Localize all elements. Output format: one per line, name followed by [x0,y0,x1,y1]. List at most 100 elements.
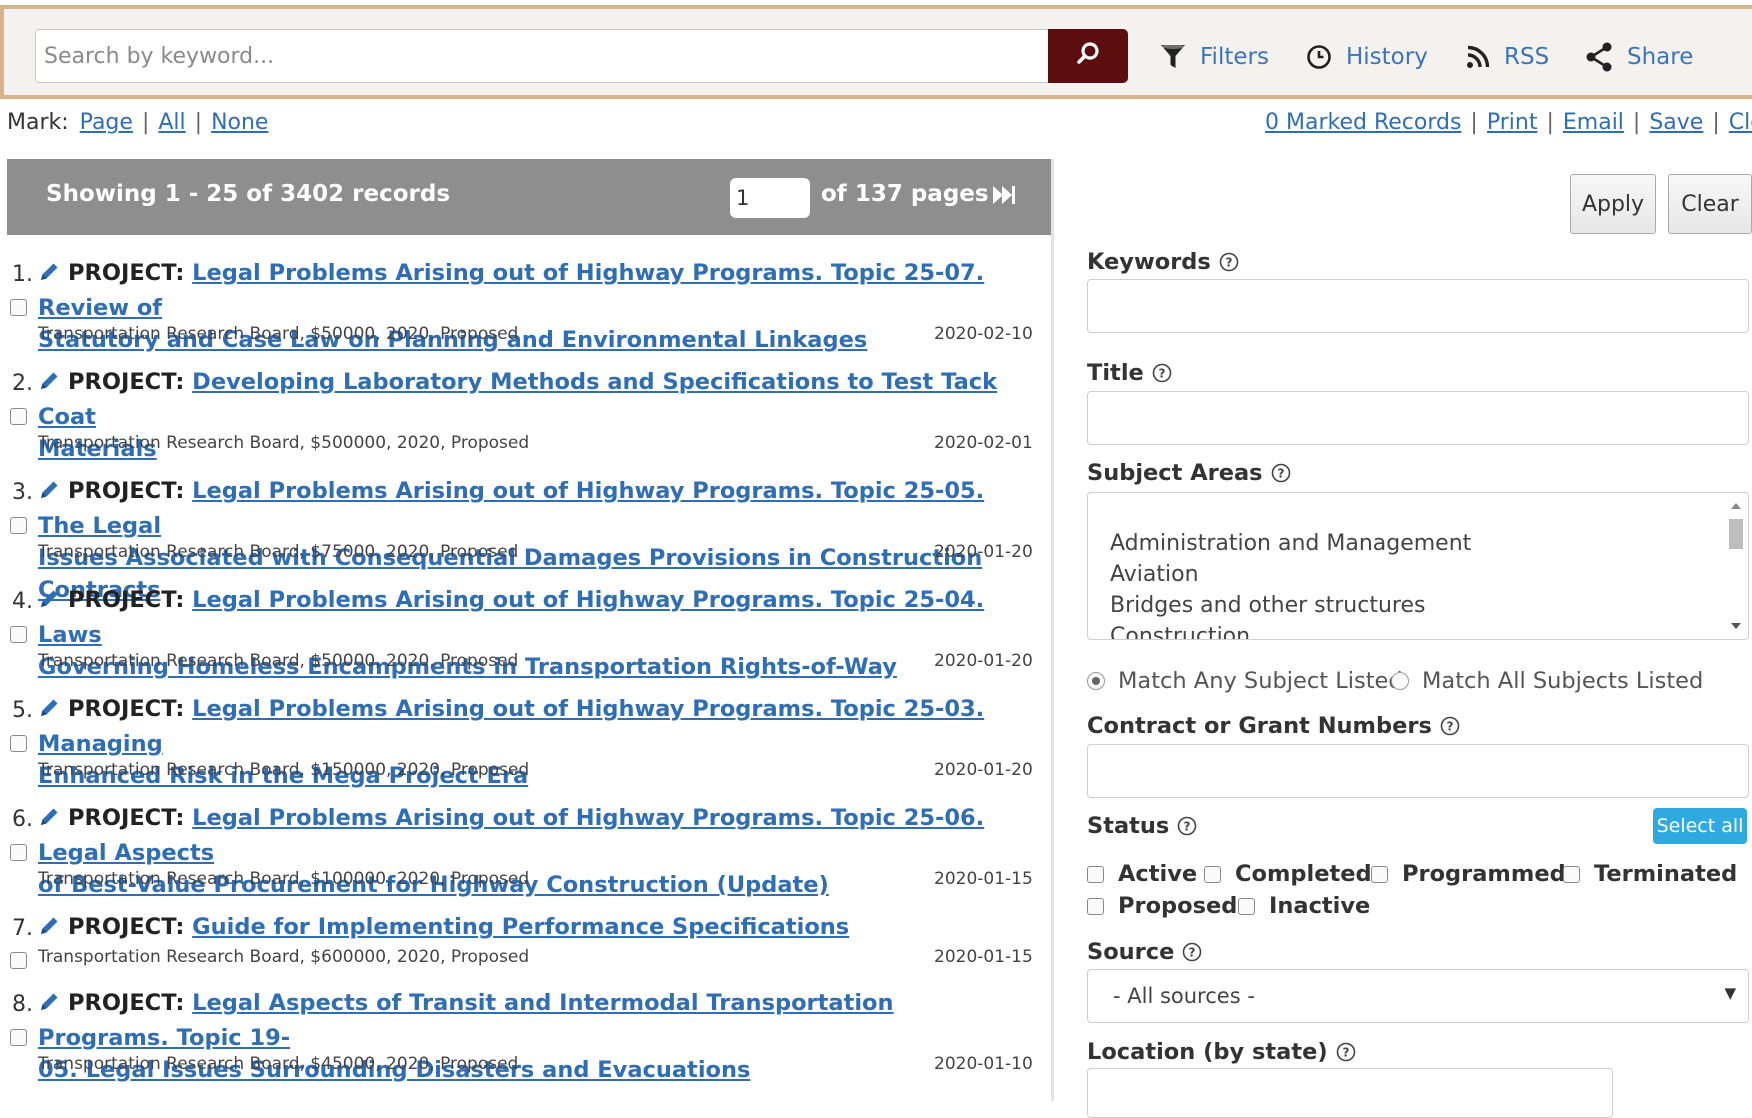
subject-scrollbar[interactable] [1726,497,1746,635]
search-toolbar: Filters History RSS Share [0,5,1752,99]
mark-none-link[interactable]: None [211,110,268,135]
subject-option[interactable]: Aviation [1110,562,1199,587]
page-number-input[interactable] [730,178,810,218]
mark-page-link[interactable]: Page [80,110,133,135]
search-input[interactable] [36,30,1012,82]
mark-row: Mark: Page | All | None 0 Marked Records | Pri… [7,110,1752,144]
pencil-icon [38,805,62,837]
record-number: 5. [12,698,33,723]
subject-option[interactable]: Construction [1110,624,1250,639]
record-meta: Transportation Research Board, $75000, 2… [38,542,519,562]
select-all-button[interactable]: Select all [1653,808,1747,844]
svg-text:?: ? [1446,720,1453,734]
record-checkbox[interactable] [10,626,27,643]
rss-icon [1466,45,1490,69]
subject-areas-label: Subject Areas ? [1087,460,1291,486]
record-checkbox[interactable] [10,952,27,969]
record-meta: Transportation Research Board, $50000, 2… [38,324,519,344]
search-box [35,29,1053,83]
pencil-icon [38,478,62,510]
svg-text:?: ? [1277,467,1284,481]
help-icon[interactable]: ? [1152,363,1172,383]
pencil-icon [38,696,62,728]
record-number: 8. [12,992,33,1017]
record-checkbox[interactable] [10,408,27,425]
search-icon [1075,41,1101,72]
filters-label: Filters [1200,44,1269,70]
clear-link[interactable]: Clear [1729,110,1752,135]
record-meta: Transportation Research Board, $100000, … [38,869,530,889]
record-date: 2020-01-20 [934,760,1033,780]
last-page-button[interactable] [992,183,1016,212]
subject-option[interactable]: Administration and Management [1110,531,1471,556]
source-value: - All sources - [1113,984,1255,1008]
print-link[interactable]: Print [1487,110,1538,135]
pencil-icon [38,587,62,619]
contract-input[interactable] [1087,744,1749,798]
record-type: PROJECT: [68,260,185,286]
mark-all-link[interactable]: All [158,110,185,135]
status-terminated-checkbox[interactable]: Terminated [1563,861,1737,887]
pencil-icon [38,990,62,1022]
svg-text:?: ? [1184,820,1191,834]
svg-text:?: ? [1342,1046,1349,1060]
title-input[interactable] [1087,391,1749,445]
record-checkbox[interactable] [10,844,27,861]
help-icon[interactable]: ? [1271,463,1291,483]
record-checkbox[interactable] [10,299,27,316]
record-number: 6. [12,807,33,832]
subject-areas-list[interactable]: Administration and Management Aviation B… [1087,492,1749,640]
location-label: Location (by state) ? [1087,1039,1356,1065]
source-label: Source ? [1087,939,1202,965]
location-input[interactable] [1087,1068,1613,1118]
record-date: 2020-01-20 [934,542,1033,562]
clear-button[interactable]: Clear [1668,174,1752,234]
subject-option[interactable]: Bridges and other structures [1110,593,1425,618]
record-checkbox[interactable] [10,517,27,534]
match-any-radio[interactable]: Match Any Subject Listed [1087,668,1403,694]
history-link[interactable]: History [1306,39,1428,75]
save-link[interactable]: Save [1649,110,1703,135]
match-all-radio[interactable]: Match All Subjects Listed [1391,668,1703,694]
filters-link[interactable]: Filters [1160,39,1269,75]
status-completed-checkbox[interactable]: Completed [1204,861,1372,887]
dropdown-caret-icon: ▼ [1724,984,1736,1002]
status-inactive-checkbox[interactable]: Inactive [1238,893,1370,919]
record-meta: Transportation Research Board, $50000, 2… [38,651,519,671]
mark-label: Mark: [7,110,69,135]
help-icon[interactable]: ? [1177,816,1197,836]
status-proposed-checkbox[interactable]: Proposed [1087,893,1237,919]
help-icon[interactable]: ? [1440,716,1460,736]
source-select[interactable]: - All sources - ▼ [1087,969,1749,1023]
status-active-checkbox[interactable]: Active [1087,861,1197,887]
record-meta: Transportation Research Board, $45000, 2… [38,1054,519,1074]
apply-button[interactable]: Apply [1570,174,1656,234]
record-type: PROJECT: [68,805,185,831]
pencil-icon [38,369,62,401]
results-header: Showing 1 - 25 of 3402 records of 137 pa… [7,159,1051,235]
record-number: 7. [12,916,33,941]
help-icon[interactable]: ? [1336,1042,1356,1062]
status-label: Status ? [1087,813,1197,839]
record-date: 2020-01-15 [934,869,1033,889]
svg-text:?: ? [1225,256,1232,270]
marked-records-link[interactable]: 0 Marked Records [1265,110,1461,135]
help-icon[interactable]: ? [1182,942,1202,962]
email-link[interactable]: Email [1563,110,1624,135]
record-type: PROJECT: [68,990,185,1016]
record-title-link[interactable]: Guide for Implementing Performance Speci… [192,914,849,940]
title-label: Title ? [1087,360,1172,386]
keywords-label: Keywords ? [1087,249,1239,275]
rss-link[interactable]: RSS [1466,39,1549,75]
keywords-input[interactable] [1087,279,1749,333]
status-programmed-checkbox[interactable]: Programmed [1371,861,1566,887]
search-button[interactable] [1048,29,1128,83]
record-checkbox[interactable] [10,1029,27,1046]
history-label: History [1346,44,1428,70]
record-checkbox[interactable] [10,735,27,752]
record-date: 2020-01-15 [934,947,1033,967]
share-link[interactable]: Share [1585,39,1693,75]
record-date: 2020-02-10 [934,324,1033,344]
record-type: PROJECT: [68,914,185,940]
help-icon[interactable]: ? [1219,252,1239,272]
